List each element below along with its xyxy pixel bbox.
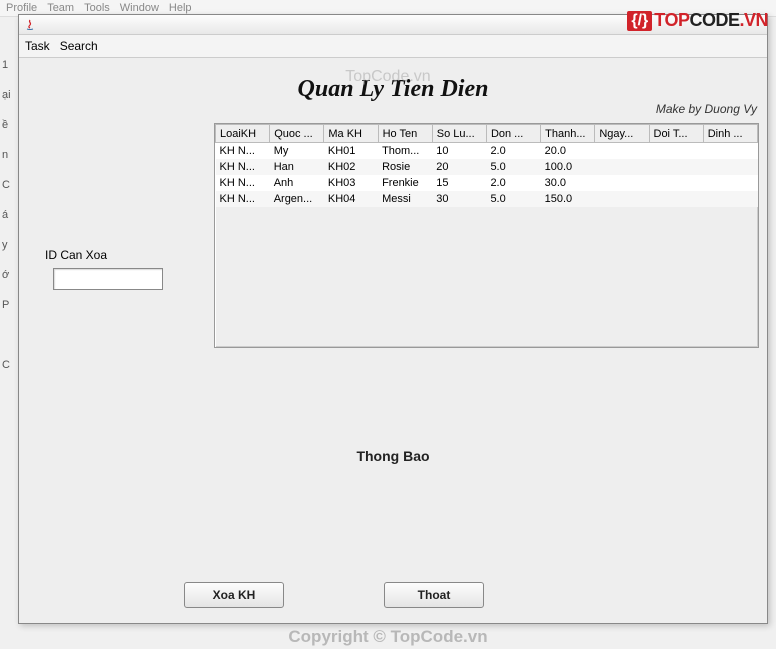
table-cell[interactable]: KH N...: [216, 191, 270, 207]
table-cell[interactable]: KH N...: [216, 175, 270, 191]
thoat-button[interactable]: Thoat: [384, 582, 484, 608]
id-can-xoa-label: ID Can Xoa: [45, 248, 209, 262]
table-cell[interactable]: KH04: [324, 191, 378, 207]
window-menubar: Task Search: [19, 35, 767, 58]
content-pane: Quan Ly Tien Dien Make by Duong Vy ID Ca…: [19, 58, 767, 622]
thong-bao-label: Thong Bao: [356, 448, 429, 464]
button-row: Xoa KH Thoat: [19, 582, 767, 608]
table-cell[interactable]: [703, 143, 757, 159]
menu-search[interactable]: Search: [60, 39, 98, 53]
menu-team[interactable]: Team: [47, 2, 74, 14]
col-loaikh[interactable]: LoaiKH: [216, 125, 270, 143]
credit-label: Make by Duong Vy: [656, 102, 757, 116]
table-cell[interactable]: Thom...: [378, 143, 432, 159]
table-cell[interactable]: Messi: [378, 191, 432, 207]
table-cell[interactable]: [595, 159, 649, 175]
table-cell[interactable]: KH01: [324, 143, 378, 159]
menu-profile[interactable]: Profile: [6, 2, 37, 14]
table-cell[interactable]: 2.0: [486, 175, 540, 191]
table-cell[interactable]: 15: [432, 175, 486, 191]
table-cell[interactable]: Rosie: [378, 159, 432, 175]
table-cell[interactable]: [649, 175, 703, 191]
id-can-xoa-input[interactable]: [53, 268, 163, 290]
page-title: Quan Ly Tien Dien: [298, 76, 489, 103]
table-cell[interactable]: KH N...: [216, 159, 270, 175]
table-cell[interactable]: 100.0: [541, 159, 595, 175]
table-cell[interactable]: [703, 175, 757, 191]
background-text-strip: 1 ại ề n C á y ớ P C: [0, 50, 16, 510]
table-cell[interactable]: 5.0: [486, 159, 540, 175]
menu-tools[interactable]: Tools: [84, 2, 110, 14]
table-body: KH N...MyKH01Thom...102.020.0KH N...HanK…: [216, 143, 758, 207]
table-cell[interactable]: 30.0: [541, 175, 595, 191]
table-cell[interactable]: 10: [432, 143, 486, 159]
col-doit[interactable]: Doi T...: [649, 125, 703, 143]
data-table: LoaiKH Quoc ... Ma KH Ho Ten So Lu... Do…: [215, 124, 758, 207]
table-cell[interactable]: [595, 175, 649, 191]
table-cell[interactable]: [649, 143, 703, 159]
table-row[interactable]: KH N...MyKH01Thom...102.020.0: [216, 143, 758, 159]
app-window: Task Search Quan Ly Tien Dien Make by Du…: [18, 14, 768, 624]
xoa-kh-button[interactable]: Xoa KH: [184, 582, 284, 608]
col-ngay[interactable]: Ngay...: [595, 125, 649, 143]
table-cell[interactable]: My: [270, 143, 324, 159]
col-makh[interactable]: Ma KH: [324, 125, 378, 143]
table-cell[interactable]: KH02: [324, 159, 378, 175]
table-cell[interactable]: [595, 143, 649, 159]
table-cell[interactable]: 2.0: [486, 143, 540, 159]
table-cell[interactable]: Han: [270, 159, 324, 175]
table-cell[interactable]: 20: [432, 159, 486, 175]
table-cell[interactable]: [595, 191, 649, 207]
table-cell[interactable]: Argen...: [270, 191, 324, 207]
watermark-bottom: Copyright © TopCode.vn: [288, 627, 487, 647]
table-row[interactable]: KH N...Argen...KH04Messi305.0150.0: [216, 191, 758, 207]
table-cell[interactable]: [649, 159, 703, 175]
java-icon: [23, 18, 37, 32]
table-cell[interactable]: [649, 191, 703, 207]
table-cell[interactable]: KH03: [324, 175, 378, 191]
col-quoc[interactable]: Quoc ...: [270, 125, 324, 143]
menu-help[interactable]: Help: [169, 2, 192, 14]
table-row[interactable]: KH N...HanKH02Rosie205.0100.0: [216, 159, 758, 175]
table-row[interactable]: KH N...AnhKH03Frenkie152.030.0: [216, 175, 758, 191]
table-header-row: LoaiKH Quoc ... Ma KH Ho Ten So Lu... Do…: [216, 125, 758, 143]
data-table-container[interactable]: LoaiKH Quoc ... Ma KH Ho Ten So Lu... Do…: [214, 123, 759, 348]
table-cell[interactable]: Frenkie: [378, 175, 432, 191]
table-cell[interactable]: Anh: [270, 175, 324, 191]
col-thanh[interactable]: Thanh...: [541, 125, 595, 143]
table-cell[interactable]: [703, 159, 757, 175]
menu-window[interactable]: Window: [120, 2, 159, 14]
menu-task[interactable]: Task: [25, 39, 50, 53]
table-cell[interactable]: 30: [432, 191, 486, 207]
col-solu[interactable]: So Lu...: [432, 125, 486, 143]
brace-icon: {/}: [627, 11, 652, 31]
col-don[interactable]: Don ...: [486, 125, 540, 143]
table-cell[interactable]: [703, 191, 757, 207]
left-panel: ID Can Xoa: [29, 128, 209, 290]
table-cell[interactable]: 20.0: [541, 143, 595, 159]
col-dinh[interactable]: Dinh ...: [703, 125, 757, 143]
table-cell[interactable]: 5.0: [486, 191, 540, 207]
table-cell[interactable]: 150.0: [541, 191, 595, 207]
topcode-logo: {/} TOPCODE.VN: [627, 10, 768, 31]
col-hoten[interactable]: Ho Ten: [378, 125, 432, 143]
table-cell[interactable]: KH N...: [216, 143, 270, 159]
